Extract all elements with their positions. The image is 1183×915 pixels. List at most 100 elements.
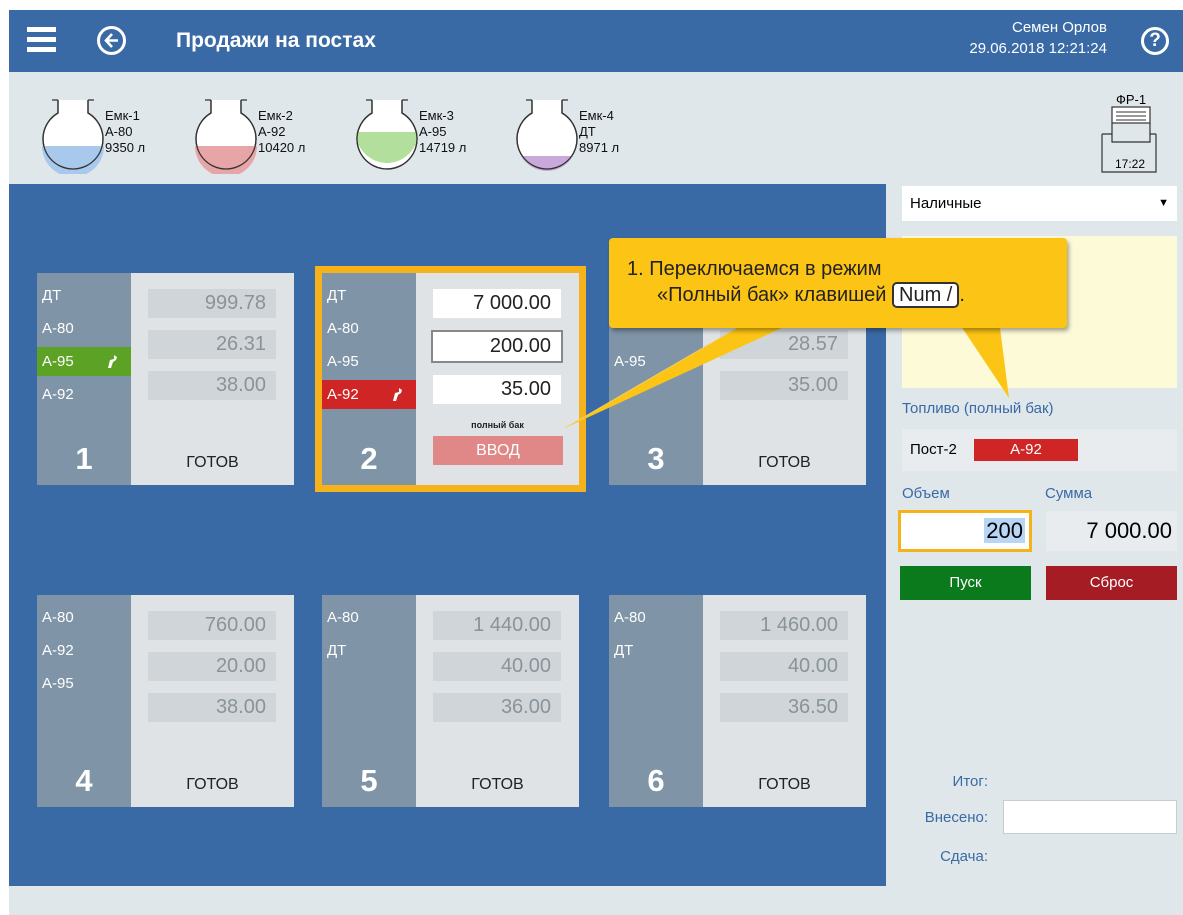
fuel-item[interactable]: А-95 (322, 347, 416, 376)
post-volume: 28.57 (720, 330, 848, 359)
full-tank-mode-label: полный бак (471, 420, 524, 430)
post-amount: 1 460.00 (720, 611, 848, 640)
post-price: 38.00 (148, 371, 276, 400)
callout-line-1: 1. Переключаемся в режим (627, 258, 882, 280)
post-number: 4 (75, 763, 93, 798)
selected-post-fuel: Пост-2 А-92 (902, 429, 1177, 471)
volume-input[interactable]: 200.00 (431, 330, 563, 363)
amount-input[interactable]: 7 000.00 (433, 289, 561, 318)
sum-label: Сумма (1045, 485, 1093, 502)
change-label: Сдача: (940, 848, 988, 865)
post-6[interactable]: А-80 ДТ 1 460.00 40.00 36.50 6 ГОТОВ (609, 595, 866, 807)
help-icon[interactable]: ? (1141, 27, 1169, 55)
post-status: ГОТОВ (758, 776, 811, 793)
callout-annotation: 1. Переключаемся в режим «Полный бак» кл… (609, 238, 1067, 328)
post-amount: 760.00 (148, 611, 276, 640)
tank-1[interactable]: Емк-1 А-80 9350 л (38, 96, 168, 176)
post-number: 5 (360, 763, 378, 798)
fuel-item[interactable]: ДТ (37, 281, 131, 310)
price-input[interactable]: 35.00 (433, 375, 561, 404)
fuel-item[interactable]: А-80 (37, 314, 131, 343)
fuel-item[interactable]: ДТ (322, 636, 416, 665)
fuel-item[interactable]: А-95 (37, 669, 131, 698)
post-volume: 40.00 (433, 652, 561, 681)
post-number: 3 (647, 441, 665, 476)
fiscal-printer[interactable]: ФР-1 17:22 (1099, 92, 1175, 182)
fuel-item[interactable]: А-95 (609, 347, 703, 376)
tank-fuel: А-92 (258, 124, 286, 139)
tank-3[interactable]: Емк-3 А-95 14719 л (352, 96, 482, 176)
post-status: ГОТОВ (186, 776, 239, 793)
tank-name: Емк-2 (258, 108, 293, 123)
post-number: 1 (75, 441, 93, 476)
fuel-label: А-92 (327, 386, 359, 403)
callout-end: . (959, 284, 965, 306)
reset-button[interactable]: Сброс (1046, 566, 1177, 600)
app-window: Продажи на постах Семен Орлов 29.06.2018… (9, 10, 1183, 915)
tank-fuel: А-95 (419, 124, 447, 139)
fuel-item-active[interactable]: А-92 (322, 380, 416, 409)
tank-volume: 8971 л (579, 140, 620, 155)
post-price: 36.50 (720, 693, 848, 722)
post-price: 36.00 (433, 693, 561, 722)
post-1[interactable]: ДТ А-80 А-95 А-92 999.78 26.31 38.00 1 Г… (37, 273, 294, 485)
post-4[interactable]: А-80 А-92 А-95 760.00 20.00 38.00 4 ГОТО… (37, 595, 294, 807)
header-bar: Продажи на постах Семен Орлов 29.06.2018… (9, 10, 1183, 72)
post-number: 2 (360, 441, 378, 476)
page-title: Продажи на постах (176, 29, 376, 52)
chevron-down-icon: ▼ (1158, 197, 1169, 209)
post-amount: 999.78 (148, 289, 276, 318)
tank-fuel: ДТ (579, 124, 596, 139)
fuel-item[interactable]: ДТ (609, 636, 703, 665)
printer-time: 17:22 (1114, 157, 1146, 171)
current-datetime: 29.06.2018 12:21:24 (969, 40, 1107, 57)
sum-field: 7 000.00 (1046, 511, 1177, 551)
fuel-item[interactable]: А-92 (37, 636, 131, 665)
tank-volume: 14719 л (419, 140, 467, 155)
post-status: ГОТОВ (471, 776, 524, 793)
payment-type-value: Наличные (910, 195, 982, 212)
post-price: 38.00 (148, 693, 276, 722)
selected-post: Пост-2 (910, 441, 957, 458)
post-amount: 1 440.00 (433, 611, 561, 640)
enter-button[interactable]: ВВОД (433, 436, 563, 465)
fuel-item[interactable]: А-80 (322, 603, 416, 632)
fuel-item[interactable]: А-92 (37, 380, 131, 409)
nozzle-icon (393, 388, 402, 401)
post-price: 35.00 (720, 371, 848, 400)
post-5[interactable]: А-80 ДТ 1 440.00 40.00 36.00 5 ГОТОВ (322, 595, 579, 807)
fuel-item-active[interactable]: А-95 (37, 347, 131, 376)
callout-line-2: «Полный бак» клавишей Num /. (627, 282, 1067, 308)
selected-fuel: А-92 (974, 439, 1078, 461)
post-volume: 20.00 (148, 652, 276, 681)
total-label: Итог: (952, 773, 988, 790)
post-2[interactable]: ДТ А-80 А-95 А-92 7 000.00 200.00 35.00 … (322, 273, 579, 485)
tank-4[interactable]: Емк-4 ДТ 8971 л (512, 96, 642, 176)
keyboard-key: Num / (892, 282, 960, 308)
payment-type-select[interactable]: Наличные ▼ (902, 186, 1177, 221)
paid-input[interactable] (1003, 800, 1177, 834)
fuel-section-title: Топливо (полный бак) (902, 400, 1054, 417)
fuel-item[interactable]: ДТ (322, 281, 416, 310)
tank-name: Емк-3 (419, 108, 454, 123)
fuel-item[interactable]: А-80 (609, 603, 703, 632)
user-name: Семен Орлов (1011, 19, 1107, 36)
menu-icon[interactable] (27, 27, 56, 53)
tank-volume: 10420 л (258, 140, 306, 155)
paid-label: Внесено: (924, 809, 988, 826)
post-volume: 40.00 (720, 652, 848, 681)
tank-volume: 9350 л (105, 140, 146, 155)
start-button[interactable]: Пуск (900, 566, 1031, 600)
tank-name: Емк-1 (105, 108, 140, 123)
fuel-item[interactable]: А-80 (37, 603, 131, 632)
fuel-item[interactable]: А-80 (322, 314, 416, 343)
post-volume: 26.31 (148, 330, 276, 359)
tank-2[interactable]: Емк-2 А-92 10420 л (191, 96, 321, 176)
back-arrow-icon[interactable] (97, 26, 126, 55)
nozzle-icon (108, 355, 117, 368)
volume-field[interactable]: 200 (898, 510, 1032, 552)
post-status: ГОТОВ (186, 454, 239, 471)
post-status: ГОТОВ (758, 454, 811, 471)
tank-name: Емк-4 (579, 108, 614, 123)
printer-name: ФР-1 (1116, 92, 1147, 107)
